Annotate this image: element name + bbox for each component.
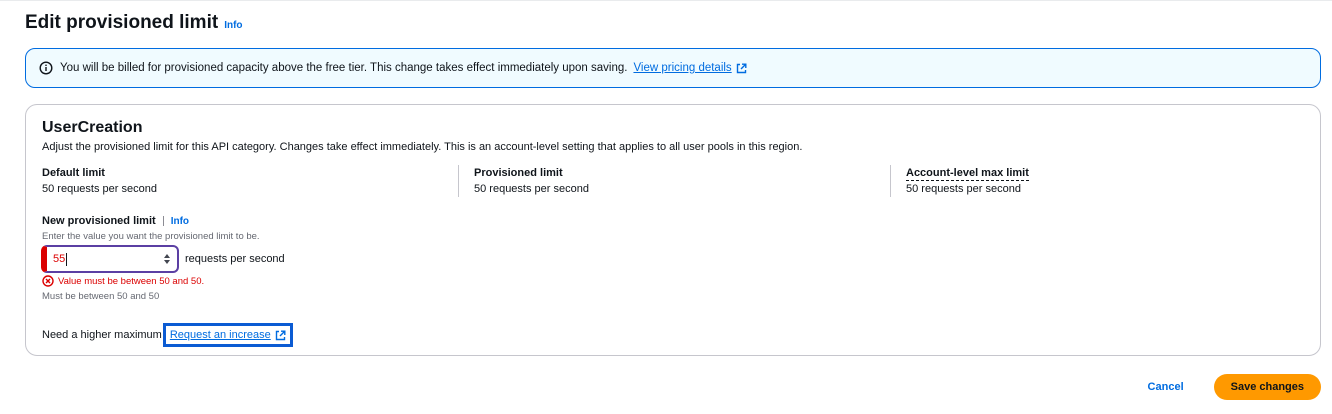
account-max-limit-label[interactable]: Account-level max limit <box>906 167 1029 181</box>
page-title: Edit provisioned limit <box>25 12 219 33</box>
request-increase-label: Request an increase <box>169 329 271 341</box>
default-limit-value: 50 requests per second <box>42 183 157 195</box>
error-x-icon <box>42 275 54 287</box>
external-link-icon <box>275 330 286 341</box>
label-separator <box>162 216 164 226</box>
default-limit-label: Default limit <box>42 167 105 179</box>
default-limit: Default limit 50 requests per second <box>42 166 157 197</box>
form-actions: Cancel Save changes <box>1138 374 1321 400</box>
decrement-icon[interactable] <box>164 260 170 264</box>
page-header: Edit provisioned limit Info <box>25 12 243 34</box>
card-description: Adjust the provisioned limit for this AP… <box>42 141 803 153</box>
increment-icon[interactable] <box>164 254 170 258</box>
request-increase-row: Need a higher maximum Request an increas… <box>42 323 293 347</box>
text-caret <box>66 252 68 266</box>
card-title: UserCreation <box>42 119 143 136</box>
view-pricing-link[interactable]: View pricing details <box>633 62 747 74</box>
provisioned-limit-value: 50 requests per second <box>474 183 589 195</box>
provisioned-limit-label: Provisioned limit <box>474 167 563 179</box>
unit-label: requests per second <box>185 253 285 265</box>
new-limit-label-row: New provisioned limit Info <box>42 215 189 227</box>
request-increase-link[interactable]: Request an increase <box>162 323 293 347</box>
external-link-icon <box>736 63 747 74</box>
page-info-link[interactable]: Info <box>224 20 242 31</box>
save-changes-button[interactable]: Save changes <box>1213 374 1321 400</box>
new-limit-label: New provisioned limit <box>42 215 156 227</box>
provisioned-limit: Provisioned limit 50 requests per second <box>474 166 589 197</box>
new-limit-description: Enter the value you want the provisioned… <box>42 231 260 242</box>
alert-text: You will be billed for provisioned capac… <box>60 62 628 74</box>
user-creation-card: UserCreation Adjust the provisioned limi… <box>25 104 1321 356</box>
account-max-limit-value: 50 requests per second <box>906 183 1021 195</box>
column-divider <box>890 165 891 197</box>
error-text: Value must be between 50 and 50. <box>58 275 205 287</box>
cancel-button[interactable]: Cancel <box>1138 381 1194 393</box>
new-limit-input-row: 55 requests per second <box>41 245 285 273</box>
top-divider <box>0 0 1332 1</box>
validation-error: Value must be between 50 and 50. <box>42 275 204 287</box>
info-circle-icon <box>39 61 53 75</box>
number-stepper[interactable] <box>164 254 170 264</box>
constraint-text: Must be between 50 and 50 <box>42 291 160 302</box>
new-limit-value: 55 <box>53 253 66 265</box>
higher-max-text: Need a higher maximum <box>42 329 162 341</box>
column-divider <box>458 165 459 197</box>
new-limit-input[interactable]: 55 <box>41 245 179 273</box>
view-pricing-label: View pricing details <box>633 62 732 74</box>
account-max-limit: Account-level max limit 50 requests per … <box>906 166 1029 197</box>
billing-alert: You will be billed for provisioned capac… <box>25 48 1321 88</box>
new-limit-info-link[interactable]: Info <box>171 216 189 227</box>
